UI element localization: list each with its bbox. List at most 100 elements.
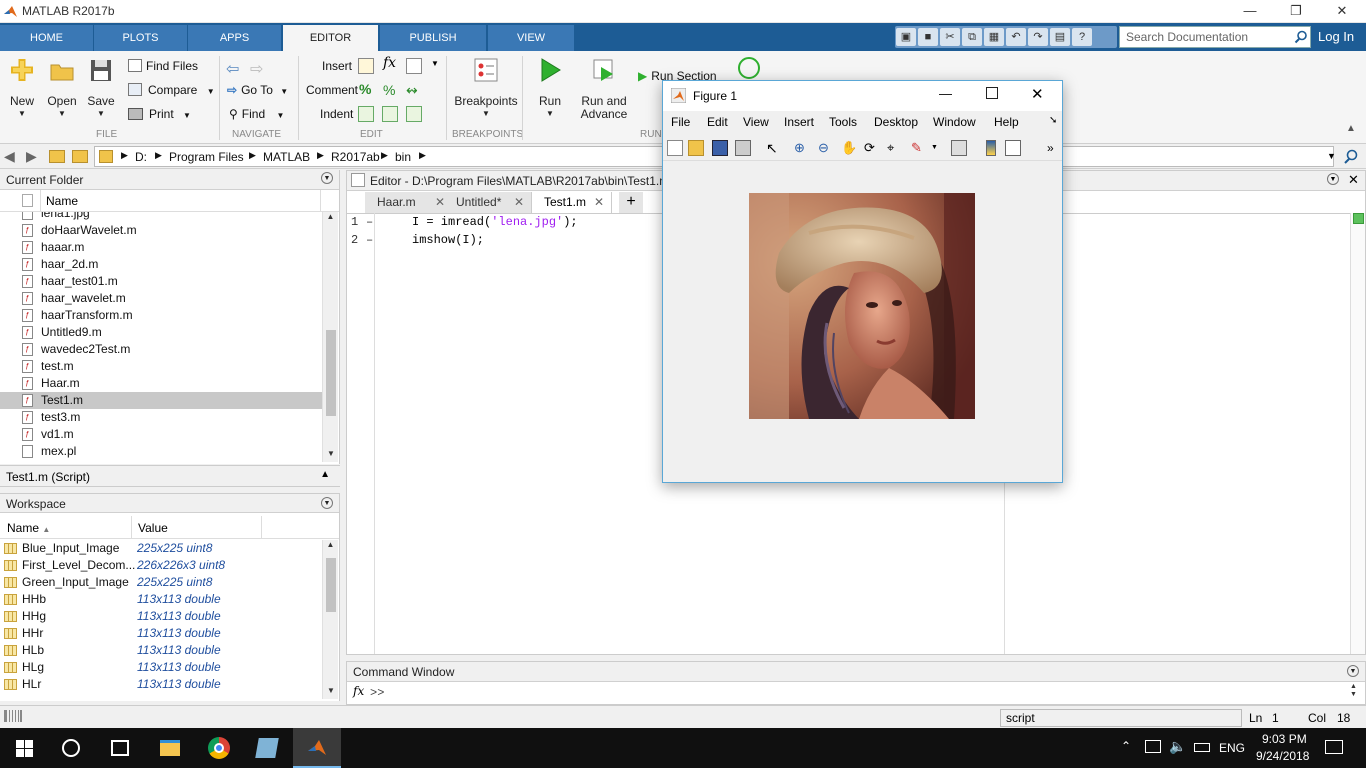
save-button[interactable]: Save ▼ [83, 57, 119, 118]
close-tab-icon[interactable]: ✕ [514, 192, 524, 213]
value-column-header[interactable]: Value [138, 521, 168, 535]
search-icon[interactable] [1294, 30, 1308, 44]
help-icon[interactable]: ? [1072, 28, 1092, 46]
run-and-advance-button[interactable]: Run and Advance [578, 57, 630, 120]
figure-menu-edit[interactable]: Edit [707, 115, 728, 129]
file-list-item[interactable]: ƒ Haar.m [0, 375, 322, 392]
workspace-row[interactable]: HHg 113x113 double [0, 608, 322, 625]
more-tools-icon[interactable]: » [1047, 140, 1063, 156]
cut-icon[interactable]: ✂ [940, 28, 960, 46]
smart-indent-icon[interactable] [358, 106, 374, 122]
file-list-item[interactable]: ƒ haar_2d.m [0, 256, 322, 273]
name-column-header[interactable]: Name ▲ [7, 521, 50, 535]
new-figure-icon[interactable] [667, 140, 683, 156]
scroll-down-icon[interactable]: ▼ [327, 449, 335, 458]
paste-icon[interactable]: ▦ [984, 28, 1004, 46]
collapse-ribbon-icon[interactable]: ▲ [1346, 123, 1356, 134]
workspace-scrollbar[interactable]: ▲ ▼ [322, 540, 338, 699]
file-list-item[interactable]: ƒ Test1.m [0, 392, 322, 409]
breadcrumb-r2017ab[interactable]: R2017ab [331, 150, 380, 164]
login-link[interactable]: Log In [1318, 29, 1354, 44]
link-plot-icon[interactable] [951, 140, 967, 156]
insert-section-icon[interactable] [358, 58, 374, 74]
figure-menu-insert[interactable]: Insert [784, 115, 814, 129]
notepad-icon[interactable] [255, 738, 279, 758]
file-list-item[interactable]: lena1.jpg [0, 212, 322, 222]
file-list-item[interactable]: ƒ haar_test01.m [0, 273, 322, 290]
run-and-time-icon[interactable] [738, 57, 760, 79]
clock-time[interactable]: 9:03 PM [1262, 732, 1307, 746]
figure-menu-tools[interactable]: Tools [829, 115, 857, 129]
breakpoint-dash[interactable]: – [366, 215, 373, 229]
battery-icon[interactable] [1194, 743, 1210, 752]
shortcut-icon[interactable]: ▣ [896, 28, 916, 46]
find-files-button[interactable]: Find Files [128, 59, 198, 73]
breakpoints-button[interactable]: Breakpoints ▼ [454, 57, 518, 118]
language-indicator[interactable]: ENG [1219, 741, 1245, 755]
tab-editor[interactable]: EDITOR [283, 25, 379, 51]
insert-fi-icon[interactable] [406, 58, 422, 74]
editor-scrollbar[interactable] [1350, 213, 1365, 654]
wrap-comments-icon[interactable]: ↭ [406, 82, 418, 99]
pan-icon[interactable]: ✋ [841, 140, 857, 156]
file-list-item[interactable]: mex.pl [0, 443, 322, 460]
windows-start-icon[interactable] [16, 740, 33, 757]
insert-button[interactable]: Insert [322, 59, 352, 73]
workspace-row[interactable]: HLr 113x113 double [0, 676, 322, 693]
file-list-item[interactable]: ƒ haaar.m [0, 239, 322, 256]
tab-home[interactable]: HOME [0, 25, 94, 51]
file-list-item[interactable]: ƒ test3.m [0, 409, 322, 426]
file-list-item[interactable]: ƒ haar_wavelet.m [0, 290, 322, 307]
code-analyzer-icon[interactable] [1353, 213, 1364, 224]
file-list-item[interactable]: ƒ wavedec2Test.m [0, 341, 322, 358]
path-dropdown-icon[interactable]: ▼ [1327, 151, 1336, 161]
file-list-item[interactable]: ƒ vd1.m [0, 426, 322, 443]
workspace-row[interactable]: Blue_Input_Image 225x225 uint8 [0, 540, 322, 557]
show-hidden-icons[interactable]: ⌃ [1121, 739, 1131, 753]
data-cursor-icon[interactable]: ⌖ [887, 140, 903, 156]
figure-menu-window[interactable]: Window [933, 115, 976, 129]
tab-view[interactable]: VIEW [488, 25, 575, 51]
breakpoint-dash[interactable]: – [366, 233, 373, 247]
code-line-content[interactable]: imshow(I); [412, 233, 484, 247]
redo-icon[interactable]: ↷ [1028, 28, 1048, 46]
file-details-bar[interactable]: Test1.m (Script) ▲ [0, 465, 340, 487]
colorbar-icon[interactable] [986, 140, 996, 156]
figure-menu-file[interactable]: File [671, 115, 690, 129]
comment-button[interactable]: Comment [306, 83, 358, 97]
browse-folder-icon[interactable] [72, 150, 88, 163]
copy-icon[interactable]: ⧉ [962, 28, 982, 46]
scroll-thumb[interactable] [326, 558, 336, 612]
indent-button[interactable]: Indent [320, 107, 353, 121]
file-list-item[interactable]: ƒ doHaarWavelet.m [0, 222, 322, 239]
panel-menu-icon[interactable]: ▼ [321, 497, 333, 509]
restore-button[interactable]: ❐ [1273, 0, 1319, 23]
open-file-icon[interactable] [688, 140, 704, 156]
print-button[interactable]: Print ▼ [128, 107, 191, 121]
figure-menu-help[interactable]: Help [994, 115, 1019, 129]
clock-date[interactable]: 9/24/2018 [1256, 749, 1309, 763]
breadcrumb-drive[interactable]: D: [135, 150, 147, 164]
save-icon[interactable]: ■ [918, 28, 938, 46]
print-figure-icon[interactable] [735, 140, 751, 156]
compare-button[interactable]: Compare ▼ [128, 83, 215, 97]
decrease-indent-icon[interactable] [406, 106, 422, 122]
chrome-icon[interactable] [208, 737, 230, 759]
uncomment-icon[interactable]: % [383, 82, 395, 98]
editor-tab-untitled[interactable]: Untitled* ✕ [444, 192, 532, 213]
scroll-thumb[interactable] [326, 330, 336, 416]
figure-minimize-button[interactable]: — [939, 86, 952, 101]
fx-icon[interactable]: fx [353, 684, 364, 698]
figure-maximize-button[interactable] [986, 87, 998, 99]
editor-tab-test1[interactable]: Test1.m ✕ [532, 192, 612, 213]
status-resize-icon[interactable] [4, 710, 22, 722]
workspace-row[interactable]: Green_Input_Image 225x225 uint8 [0, 574, 322, 591]
file-list-scrollbar[interactable]: ▲ ▼ [322, 212, 338, 462]
brush-icon[interactable]: ✎ [911, 140, 927, 156]
switch-windows-icon[interactable]: ▤ [1050, 28, 1070, 46]
editor-tab-haar[interactable]: Haar.m ✕ [365, 192, 453, 213]
save-figure-icon[interactable] [712, 140, 728, 156]
up-folder-icon[interactable] [49, 150, 65, 163]
rotate-3d-icon[interactable]: ⟳ [864, 140, 880, 156]
action-center-icon[interactable] [1325, 740, 1343, 754]
